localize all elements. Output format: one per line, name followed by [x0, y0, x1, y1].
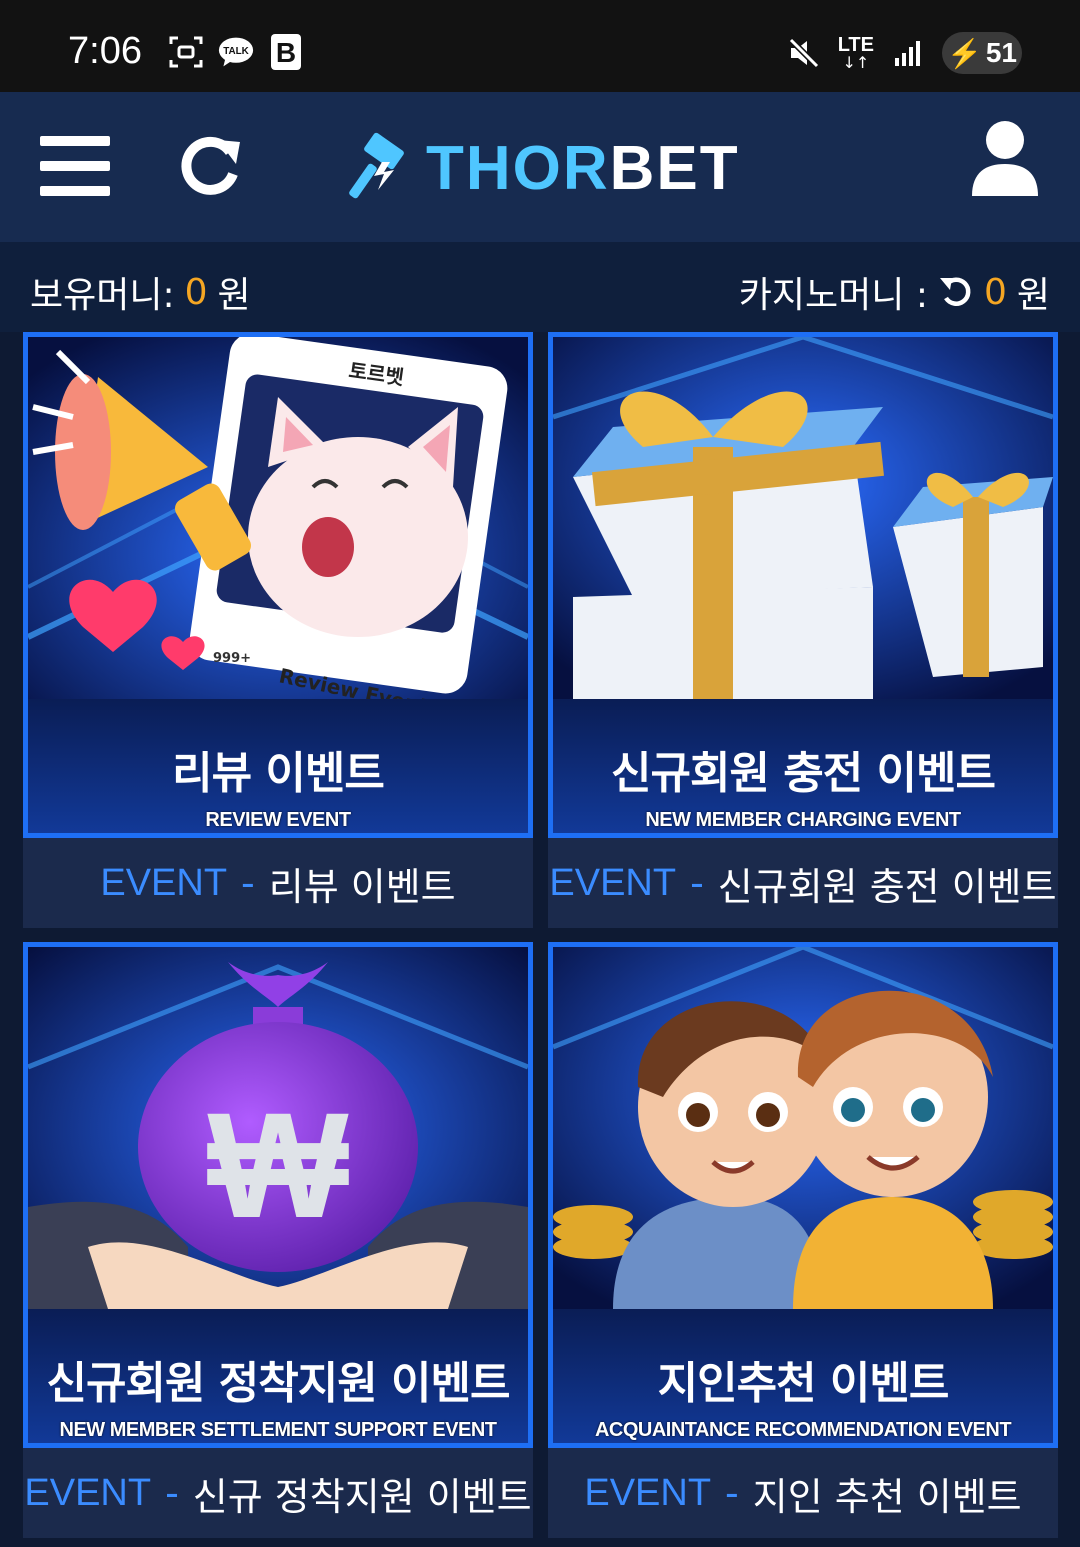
event-grid: 토르벳 999+ Review Event 리뷰 이벤트 REVIEW EVEN… [0, 332, 1080, 1547]
svg-text:TALK: TALK [223, 46, 249, 57]
event-name: 지인 추천 이벤트 [752, 1474, 1022, 1519]
event-caption[interactable]: EVENT - 신규회원 충전 이벤트 [548, 838, 1058, 928]
logo-thor: THOR [426, 133, 610, 203]
event-card-review[interactable]: 토르벳 999+ Review Event 리뷰 이벤트 REVIEW EVEN… [23, 332, 533, 928]
svg-text:999+: 999+ [213, 651, 251, 666]
banner-title-en: NEW MEMBER SETTLEMENT SUPPORT EVENT [59, 1419, 497, 1441]
event-card-charging[interactable]: 신규회원 충전 이벤트 NEW MEMBER CHARGING EVENT EV… [548, 332, 1058, 928]
event-caption[interactable]: EVENT - 리뷰 이벤트 [23, 838, 533, 928]
casino-unit: 원 [1016, 275, 1050, 316]
money-bag-illustration: ₩ [28, 947, 528, 1309]
event-caption[interactable]: EVENT - 신규 정착지원 이벤트 [23, 1448, 533, 1538]
hammer-logo-icon [349, 132, 404, 199]
casino-refresh-icon[interactable] [938, 274, 974, 310]
event-banner[interactable]: 토르벳 999+ Review Event 리뷰 이벤트 REVIEW EVEN… [23, 332, 533, 838]
status-bar: 7:06 TALK B LTE ↓↑ ⚡ 51 [0, 0, 1080, 92]
svg-text:B: B [276, 37, 296, 68]
event-separator: - [690, 861, 704, 905]
casino-amount: 0 [983, 271, 1007, 313]
gift-boxes-illustration [553, 337, 1053, 699]
event-card-settlement[interactable]: ₩ 신규회원 정착지원 이벤트 NEW MEMBER SETTLEMENT SU… [23, 942, 533, 1538]
event-banner-title: 신규회원 정착지원 이벤트 NEW MEMBER SETTLEMENT SUPP… [28, 1309, 528, 1443]
event-separator: - [165, 1471, 179, 1515]
holding-amount: 0 [184, 271, 208, 313]
hamburger-icon[interactable] [40, 136, 110, 196]
event-name: 신규 정착지원 이벤트 [192, 1474, 532, 1519]
event-separator: - [241, 861, 255, 905]
event-prefix: EVENT [549, 861, 677, 904]
mute-icon [786, 35, 822, 71]
banner-title-ko: 신규회원 충전 이벤트 [611, 748, 996, 799]
event-banner-title: 신규회원 충전 이벤트 NEW MEMBER CHARGING EVENT [553, 699, 1053, 833]
casino-money: 카지노머니 : 0 원 [739, 266, 1050, 318]
charging-bolt-icon: ⚡ [946, 37, 982, 69]
network-type: LTE [837, 34, 874, 56]
screenshot-icon [168, 34, 204, 70]
banner-title-en: NEW MEMBER CHARGING EVENT [645, 809, 961, 831]
refresh-icon[interactable] [178, 132, 244, 198]
event-prefix: EVENT [100, 861, 228, 904]
holding-money: 보유머니: 0 원 [30, 266, 251, 318]
kakaotalk-icon: TALK [218, 34, 254, 70]
cat-megaphone-illustration: 토르벳 999+ Review Event [28, 337, 528, 699]
event-name: 신규회원 충전 이벤트 [717, 864, 1057, 909]
event-card-referral[interactable]: 지인추천 이벤트 ACQUAINTANCE RECOMMENDATION EVE… [548, 942, 1058, 1538]
event-banner[interactable]: 신규회원 충전 이벤트 NEW MEMBER CHARGING EVENT [548, 332, 1058, 838]
signal-icon [890, 35, 926, 71]
app-header: THORBET [0, 92, 1080, 242]
banner-title-ko: 지인추천 이벤트 [657, 1358, 950, 1409]
event-prefix: EVENT [24, 1471, 152, 1514]
two-kids-illustration [553, 947, 1053, 1309]
battery-level: 51 [985, 37, 1018, 68]
logo-text: THORBET [426, 133, 740, 204]
status-system-icons: LTE ↓↑ ⚡ 51 [786, 32, 1022, 74]
banner-title-ko: 신규회원 정착지원 이벤트 [46, 1358, 511, 1409]
battery-indicator: ⚡ 51 [942, 32, 1022, 74]
data-arrows-icon: ↓↑ [842, 53, 870, 72]
event-prefix: EVENT [584, 1471, 712, 1514]
thorbet-logo[interactable]: THORBET [348, 130, 740, 206]
status-time: 7:06 [68, 30, 142, 72]
banner-title-en: REVIEW EVENT [205, 809, 351, 831]
holding-label: 보유머니: [30, 275, 175, 316]
holding-unit: 원 [217, 275, 251, 316]
balance-bar: 보유머니: 0 원 카지노머니 : 0 원 [0, 242, 1080, 332]
casino-label: 카지노머니 : [738, 275, 928, 316]
event-banner-title: 지인추천 이벤트 ACQUAINTANCE RECOMMENDATION EVE… [553, 1309, 1053, 1443]
event-banner-title: 리뷰 이벤트 REVIEW EVENT [28, 699, 528, 833]
event-caption[interactable]: EVENT - 지인 추천 이벤트 [548, 1448, 1058, 1538]
event-name: 리뷰 이벤트 [268, 864, 456, 909]
event-separator: - [725, 1471, 739, 1515]
user-icon[interactable] [970, 120, 1040, 198]
event-banner[interactable]: ₩ 신규회원 정착지원 이벤트 NEW MEMBER SETTLEMENT SU… [23, 942, 533, 1448]
logo-bet: BET [609, 133, 740, 203]
b-app-icon: B [268, 34, 304, 70]
status-notification-icons: TALK B [168, 34, 304, 70]
banner-title-ko: 리뷰 이벤트 [172, 748, 385, 799]
svg-text:₩: ₩ [207, 1081, 349, 1249]
lte-icon: LTE ↓↑ [838, 35, 874, 71]
banner-title-en: ACQUAINTANCE RECOMMENDATION EVENT [594, 1419, 1012, 1441]
event-banner[interactable]: 지인추천 이벤트 ACQUAINTANCE RECOMMENDATION EVE… [548, 942, 1058, 1448]
